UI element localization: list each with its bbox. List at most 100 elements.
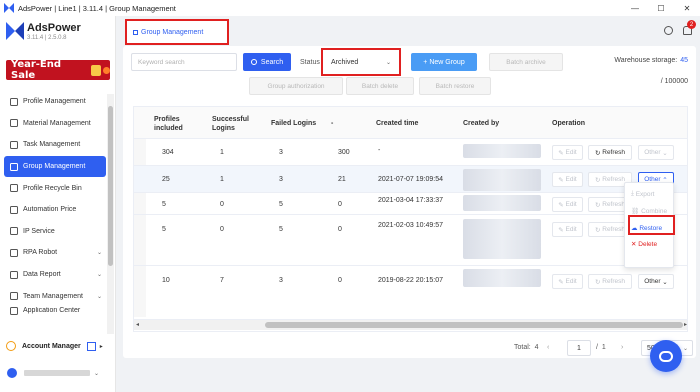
chevron-down-icon: ⌄ xyxy=(385,60,391,66)
automation-icon xyxy=(10,205,18,214)
edit-button[interactable]: ✎ Edit xyxy=(552,274,583,289)
cell-profiles: 5 xyxy=(162,226,166,233)
refresh-button[interactable]: ↻ Refresh xyxy=(588,274,632,289)
close-window-button[interactable]: ✕ xyxy=(674,0,700,16)
batch-archive-button[interactable]: Batch archive xyxy=(489,53,563,71)
tag-icon xyxy=(103,66,110,74)
sidebar-item-label: Data Report xyxy=(23,271,61,279)
groups-table: Profiles included Successful Logins Fail… xyxy=(133,106,688,332)
menu-item-delete[interactable]: ✕ Delete xyxy=(625,236,675,252)
qr-code-icon[interactable] xyxy=(86,341,96,351)
cell-created-time: - xyxy=(378,147,381,154)
new-group-button[interactable]: + New Group xyxy=(411,53,477,71)
account-manager[interactable]: Account Manager ▸ xyxy=(4,338,112,354)
table-row[interactable]: 25 1 3 21 2021-07-07 19:09:54 ✎ Edit ↻ R… xyxy=(134,166,687,193)
user-account[interactable]: ⌄ xyxy=(4,366,112,380)
app-center-icon xyxy=(10,306,18,315)
team-icon xyxy=(10,292,18,301)
brand-name: AdsPower xyxy=(27,22,81,34)
sidebar-item-team-management[interactable]: Team Management ⌄ xyxy=(4,285,106,307)
refresh-icon: ↻ xyxy=(594,226,603,234)
sidebar-scroll-thumb[interactable] xyxy=(108,106,113,266)
cell-successful-logins: 0 xyxy=(220,226,224,233)
header-successful-logins: Successful Logins xyxy=(212,116,249,132)
search-button-label: Search xyxy=(260,58,284,66)
cell-successful-logins: 0 xyxy=(220,201,224,208)
warehouse-storage: Warehouse storage: 45 xyxy=(614,57,688,64)
page-number-input[interactable]: 1 xyxy=(567,340,591,356)
next-page-button[interactable]: › xyxy=(621,344,623,351)
search-input[interactable]: Keyword search xyxy=(131,53,237,71)
sidebar-item-automation-price[interactable]: Automation Price xyxy=(4,199,106,221)
created-by-redacted xyxy=(463,219,541,259)
edit-button[interactable]: ✎ Edit xyxy=(552,145,583,160)
scroll-left-icon[interactable]: ◂ xyxy=(136,321,139,328)
created-by-redacted xyxy=(463,144,541,158)
refresh-icon: ↻ xyxy=(594,149,603,157)
adspower-logo-icon xyxy=(4,3,14,13)
sidebar-item-material-management[interactable]: Material Management xyxy=(4,113,106,135)
account-manager-label: Account Manager xyxy=(22,342,81,350)
sidebar-nav: Profile Management Material Management T… xyxy=(4,91,106,317)
cell-dash: 21 xyxy=(338,176,346,183)
scroll-right-icon[interactable]: ▸ xyxy=(684,321,687,328)
edit-button[interactable]: ✎ Edit xyxy=(552,172,583,187)
prev-page-button[interactable]: ‹ xyxy=(547,344,549,351)
cell-profiles: 304 xyxy=(162,149,174,156)
sidebar-item-application-center[interactable]: Application Center xyxy=(4,306,106,317)
warehouse-storage-total: / 100000 xyxy=(660,78,688,85)
sidebar-item-group-management[interactable]: Group Management xyxy=(4,155,106,178)
status-select[interactable]: Archived ⌄ xyxy=(321,48,401,76)
pagination: Total: 4 ‹ 1 / 1 › 50 /Page⌄ xyxy=(123,340,696,356)
avatar xyxy=(7,368,17,378)
sidebar-item-label: Group Management xyxy=(23,163,86,171)
minimize-button[interactable]: — xyxy=(622,0,648,16)
year-end-sale-banner[interactable]: Year-End Sale xyxy=(6,59,110,81)
sidebar-item-ip-service[interactable]: IP Service xyxy=(4,221,106,243)
batch-delete-button[interactable]: Batch delete xyxy=(346,77,414,95)
refresh-icon[interactable] xyxy=(664,26,673,35)
table-row[interactable]: 5 0 5 0 2021-02-03 10:49:57 ✎ Edit ↻ Ref… xyxy=(134,215,687,266)
table-scroll-thumb[interactable] xyxy=(265,322,683,328)
sidebar-item-profile-recycle-bin[interactable]: Profile Recycle Bin xyxy=(4,177,106,199)
cell-failed-logins: 5 xyxy=(279,226,283,233)
cell-successful-logins: 1 xyxy=(220,176,224,183)
header-operation: Operation xyxy=(552,120,586,127)
combine-icon: ⛓ xyxy=(631,208,642,215)
table-row[interactable]: 10 7 3 0 2019-08-22 20:15:07 ✎ Edit ↻ Re… xyxy=(134,266,687,320)
pagination-total: Total: 4 xyxy=(514,344,539,351)
sidebar-item-profile-management[interactable]: Profile Management xyxy=(4,91,106,113)
chat-support-button[interactable] xyxy=(650,340,682,372)
sidebar-item-rpa-robot[interactable]: RPA Robot ⌄ xyxy=(4,242,106,264)
search-button[interactable]: Search xyxy=(243,53,291,71)
cell-dash: 0 xyxy=(338,201,342,208)
table-row[interactable]: 5 0 5 0 2021-03-04 17:33:37 ✎ Edit ↻ Ref… xyxy=(134,193,687,215)
created-by-redacted xyxy=(463,169,541,191)
batch-restore-button[interactable]: Batch restore xyxy=(419,77,491,95)
sidebar-item-task-management[interactable]: Task Management xyxy=(4,134,106,156)
notification-badge: 2 xyxy=(687,20,696,29)
report-icon xyxy=(10,270,18,279)
other-button[interactable]: Other ⌄ xyxy=(638,274,674,289)
menu-item-export[interactable]: ⤓ Export xyxy=(625,186,675,202)
pencil-icon: ✎ xyxy=(558,278,566,286)
table-horizontal-scrollbar[interactable]: ◂ ▸ xyxy=(134,320,687,330)
other-button[interactable]: Other ⌄ xyxy=(638,145,674,160)
group-authorization-button[interactable]: Group authorization xyxy=(249,77,343,95)
cell-created-time: 2021-07-07 19:09:54 xyxy=(378,176,443,183)
breadcrumb[interactable]: Group Management xyxy=(125,19,229,45)
sidebar-item-label: Profile Management xyxy=(23,98,86,106)
table-header: Profiles included Successful Logins Fail… xyxy=(134,107,687,139)
maximize-button[interactable]: ☐ xyxy=(648,0,674,16)
delete-icon: ✕ xyxy=(631,241,639,248)
sidebar: AdsPower 3.11.4 | 2.5.0.8 Year-End Sale … xyxy=(0,16,116,392)
table-row[interactable]: 304 1 3 300 - ✎ Edit ↻ Refresh Other ⌄ xyxy=(134,139,687,166)
chevron-down-icon: ⌄ xyxy=(96,250,102,257)
warehouse-storage-used: 45 xyxy=(680,57,688,64)
cell-dash: 0 xyxy=(338,226,342,233)
edit-button[interactable]: ✎ Edit xyxy=(552,197,583,212)
sidebar-item-data-report[interactable]: Data Report ⌄ xyxy=(4,264,106,286)
edit-button[interactable]: ✎ Edit xyxy=(552,222,583,237)
bell-icon[interactable]: 2 xyxy=(683,20,696,35)
refresh-button[interactable]: ↻ Refresh xyxy=(588,145,632,160)
